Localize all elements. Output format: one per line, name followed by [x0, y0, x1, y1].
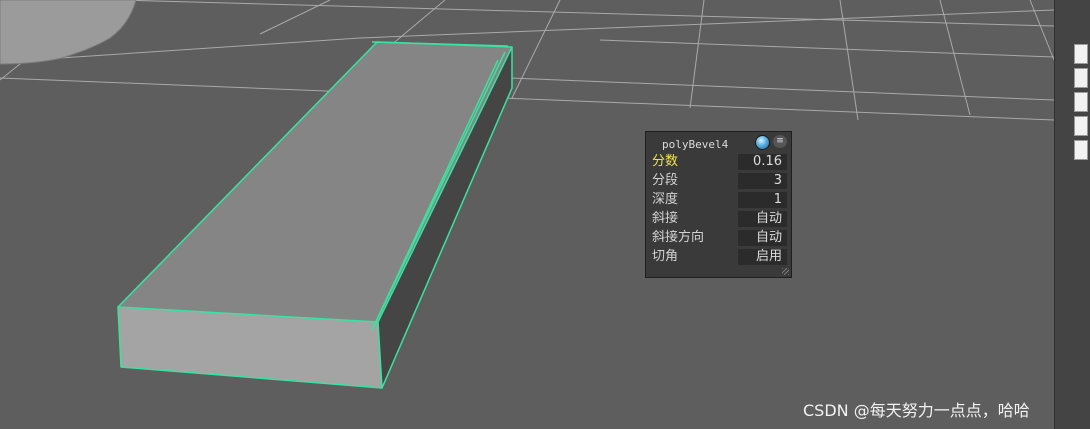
attribute-label: 斜接方向: [652, 230, 705, 245]
attribute-value-field[interactable]: 0.16: [738, 154, 787, 170]
attribute-value-field[interactable]: 3: [738, 173, 787, 189]
attribute-row-miter-along[interactable]: 斜接方向 自动: [649, 229, 789, 246]
attribute-row-depth[interactable]: 深度 1: [649, 191, 789, 208]
attribute-row-mitering[interactable]: 斜接 自动: [649, 210, 789, 227]
attribute-row-segments[interactable]: 分段 3: [649, 172, 789, 189]
right-toolbar: [1054, 0, 1090, 429]
toolbar-button-1[interactable]: [1074, 44, 1088, 64]
attribute-value-field[interactable]: 启用: [738, 249, 787, 265]
attribute-row-fraction[interactable]: 分数 0.16: [649, 153, 789, 170]
menu-icon[interactable]: ≡: [773, 135, 787, 148]
watermark-text: CSDN @每天努力一点点，哈哈: [803, 401, 1030, 420]
attribute-value-field[interactable]: 自动: [738, 211, 787, 227]
toolbar-button-5[interactable]: [1074, 140, 1088, 160]
in-view-editor-polybevel[interactable]: polyBevel4 ≡ 分数 0.16 分段 3 深度 1 斜接 自动 斜接方…: [645, 131, 792, 278]
sphere-icon[interactable]: [755, 135, 770, 150]
resize-grip-icon[interactable]: [782, 268, 789, 275]
attribute-value-field[interactable]: 自动: [738, 230, 787, 246]
attribute-label: 深度: [652, 192, 679, 207]
ground-grid: [0, 0, 1055, 121]
3d-viewport[interactable]: [0, 0, 1090, 429]
toolbar-button-3[interactable]: [1074, 92, 1088, 112]
selected-beveled-box[interactable]: [117, 41, 513, 389]
attribute-label: 分数: [652, 154, 679, 169]
attribute-value-field[interactable]: 1: [738, 192, 787, 208]
attribute-row-chamfer[interactable]: 切角 启用: [649, 248, 789, 265]
node-title: polyBevel4: [662, 138, 729, 151]
attribute-label: 分段: [652, 173, 679, 188]
attribute-label: 斜接: [652, 211, 679, 226]
attribute-label: 切角: [652, 249, 679, 264]
toolbar-button-4[interactable]: [1074, 116, 1088, 136]
toolbar-button-2[interactable]: [1074, 68, 1088, 88]
